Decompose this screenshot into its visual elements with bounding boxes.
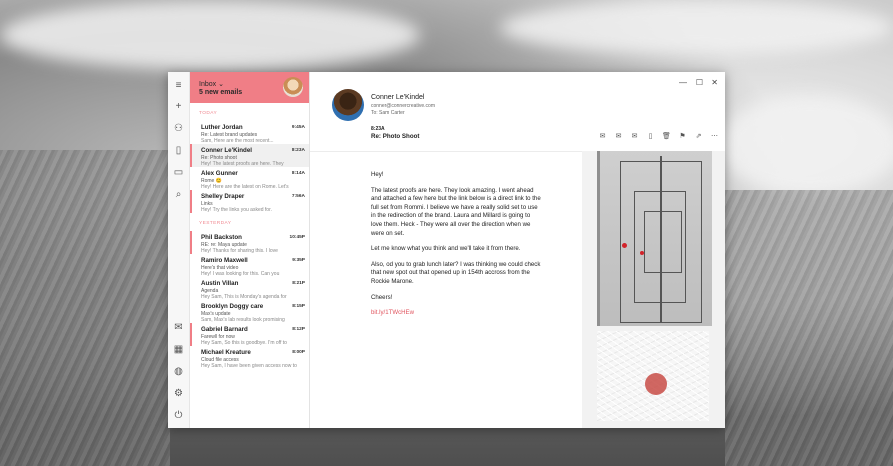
email-sender: Conner Le'Kindel (201, 147, 252, 154)
move-icon[interactable]: ⇗ (694, 132, 703, 141)
email-preview: Hey Sam, I have been given access now to (201, 363, 297, 369)
recipient-line: To: Sam Carter (371, 110, 405, 116)
email-sender: Luther Jordan (201, 124, 243, 131)
attachment-photo-sculpture[interactable] (597, 331, 709, 421)
email-list-item[interactable]: Phil Backston 10:45P RE: re: Maya update He… (190, 231, 309, 254)
email-sender: Ramiro Maxwell (201, 257, 248, 264)
document-icon[interactable]: ▯ (646, 132, 655, 141)
email-time: 10:45P (289, 235, 305, 240)
email-sender: Shelley Draper (201, 193, 245, 200)
sender-name: Conner Le'Kindel (371, 94, 425, 101)
message-header: — ☐ ✕ Conner Le'Kindel conner@connercrea… (310, 72, 725, 152)
email-time: 9:35P (292, 258, 305, 263)
sender-email: conner@connercreative.com (371, 103, 435, 109)
app-rail: ≡ + ⚇ ▯ ▭ ⌕ ✉ ▦ ◍ ⚙ ⏻ (168, 72, 190, 428)
contacts-icon[interactable]: ⚇ (173, 123, 184, 134)
forward-icon[interactable]: ✉ (630, 132, 639, 141)
flag-icon[interactable]: ⚑ (678, 132, 687, 141)
reply-icon[interactable]: ✉ (598, 132, 607, 141)
chevron-down-icon: ⌄ (218, 81, 224, 88)
message-subject: Re: Photo Shoot (371, 133, 420, 140)
paragraph-3: Also, od you to grab lunch later? I was … (371, 260, 541, 285)
email-time: 9:45A (291, 125, 305, 130)
maximize-icon[interactable]: ☐ (696, 78, 703, 87)
section-label-today: TODAY (199, 111, 218, 116)
email-time: 8:15P (292, 304, 305, 309)
greeting: Hey! (371, 171, 384, 178)
menu-icon[interactable]: ≡ (173, 80, 184, 91)
email-list: Inbox ⌄ 5 new emails TODAY Luther Jordan 9… (190, 72, 310, 428)
section-label-yesterday: YESTERDAY (199, 221, 232, 226)
email-time: 7:56A (291, 194, 305, 199)
email-list-item[interactable]: Gabriel Barnard 8:12P Farewll for now Hey S… (190, 323, 309, 346)
signoff: Cheers! (371, 293, 393, 301)
email-preview: Hey! Try the links you asked for. (201, 207, 272, 213)
email-list-item[interactable]: Austin Villan 8:21P Agenda Hey Sam, This is… (190, 277, 309, 300)
email-list-item[interactable]: Conner Le'Kindel 8:23A Re: Photo shoot Hey!… (190, 144, 309, 167)
email-time: 8:12P (292, 327, 305, 332)
email-list-item[interactable]: Michael Kreature 8:00P Cloud file access He… (190, 346, 309, 369)
user-avatar[interactable] (283, 77, 303, 97)
reading-pane: — ☐ ✕ Conner Le'Kindel conner@connercrea… (310, 72, 725, 428)
photo-link[interactable]: bit.ly/1TWcHEw (371, 309, 541, 318)
settings-icon[interactable]: ⚙ (173, 388, 184, 399)
email-time: 8:14A (291, 171, 305, 176)
inbox-header[interactable]: Inbox ⌄ 5 new emails (190, 72, 309, 103)
email-list-item[interactable]: Alex Gunner 8:14A Rome 😊 Hey! Here are the … (190, 167, 309, 190)
message-time: 8:23A (371, 126, 385, 132)
reply-all-icon[interactable]: ✉ (614, 132, 623, 141)
message-toolbar: ✉ ✉ ✉ ▯ 🗑 ⚑ ⇗ ⋯ (598, 132, 719, 141)
email-list-item[interactable]: Luther Jordan 9:45A Re: Latest brand updat… (190, 121, 309, 144)
email-time: 8:23A (291, 148, 305, 153)
email-sender: Brooklyn Doggy care (201, 303, 264, 310)
email-items: TODAY Luther Jordan 9:45A Re: Latest brand … (190, 103, 309, 369)
more-icon[interactable]: ⋯ (710, 132, 719, 141)
email-list-item[interactable]: Ramiro Maxwell 9:35P Here's that video Hey!… (190, 254, 309, 277)
email-sender: Phil Backston (201, 234, 242, 241)
search-icon[interactable]: ⌕ (173, 189, 184, 200)
globe-icon[interactable]: ◍ (173, 366, 184, 377)
email-time: 8:00P (292, 350, 305, 355)
power-icon[interactable]: ⏻ (173, 410, 184, 421)
email-sender: Austin Villan (201, 280, 239, 287)
minimize-icon[interactable]: — (679, 78, 687, 87)
email-list-item[interactable]: Brooklyn Doggy care 8:15P Max's update Sam,… (190, 300, 309, 323)
mail-icon[interactable]: ✉ (173, 322, 184, 333)
calendar-icon[interactable]: ▦ (173, 344, 184, 355)
email-list-item[interactable]: Shelley Draper 7:56A Links Hey! Try the lin… (190, 190, 309, 213)
email-time: 8:21P (292, 281, 305, 286)
paragraph-2: Let me know what you think and we'll tak… (371, 245, 521, 253)
email-sender: Michael Kreature (201, 349, 251, 356)
email-sender: Gabriel Barnard (201, 326, 248, 333)
phone-icon[interactable]: ▯ (173, 145, 184, 156)
paragraph-1: The latest proofs are here. They look am… (371, 186, 541, 237)
message-body: Hey! The latest proofs are here. They lo… (371, 171, 541, 325)
tablet-icon[interactable]: ▭ (173, 167, 184, 178)
attachment-images[interactable] (582, 151, 725, 428)
compose-icon[interactable]: + (173, 101, 184, 112)
inbox-title: Inbox (199, 81, 217, 88)
close-icon[interactable]: ✕ (711, 78, 718, 87)
new-email-count: 5 new emails (199, 89, 243, 96)
mail-window: ≡ + ⚇ ▯ ▭ ⌕ ✉ ▦ ◍ ⚙ ⏻ Inbox ⌄ 5 new emai… (168, 72, 725, 428)
email-sender: Alex Gunner (201, 170, 238, 177)
trash-icon[interactable]: 🗑 (662, 132, 671, 141)
attachment-photo-door[interactable] (597, 151, 712, 326)
sender-avatar (332, 89, 364, 121)
